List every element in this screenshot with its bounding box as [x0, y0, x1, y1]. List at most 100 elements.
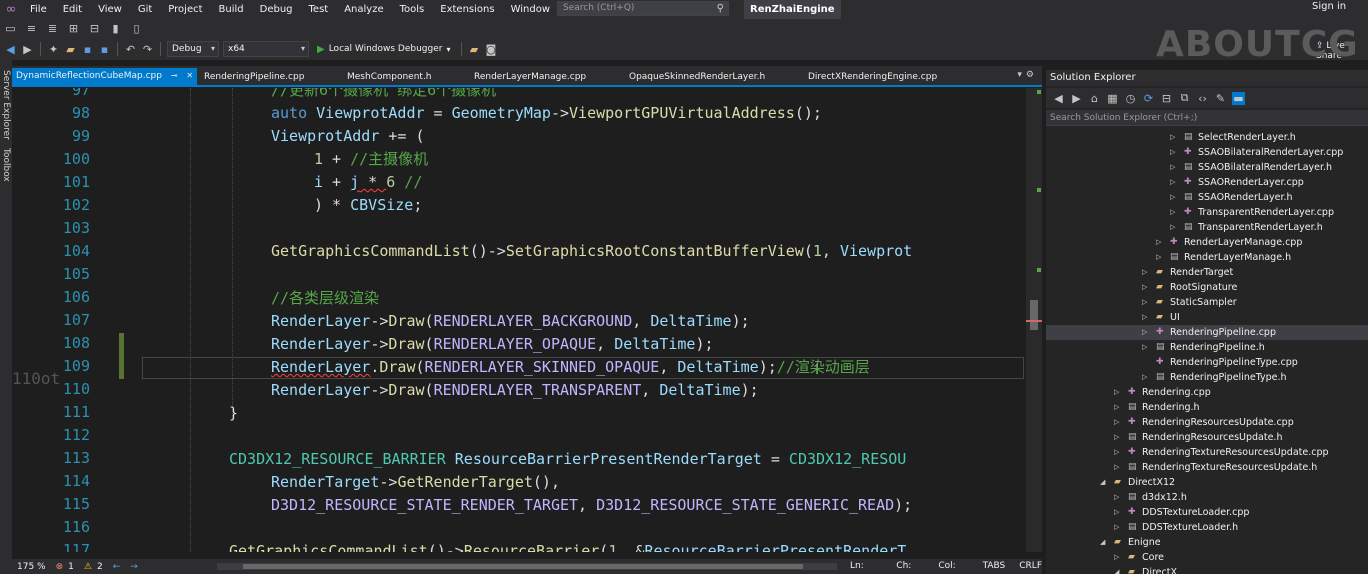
folder-icon[interactable]: ▰ — [468, 43, 481, 56]
collapsed-arrow-icon[interactable]: ▷ — [1142, 295, 1147, 310]
collapsed-arrow-icon[interactable]: ▷ — [1114, 445, 1119, 460]
menu-window[interactable]: Window — [503, 0, 558, 19]
collapsed-arrow-icon[interactable]: ▷ — [1142, 265, 1147, 280]
properties-wrench-icon[interactable]: ✎ — [1214, 92, 1227, 105]
search-input[interactable]: Search (Ctrl+Q) ⚲ — [557, 1, 729, 16]
expanded-arrow-icon[interactable]: ◢ — [1114, 565, 1119, 574]
settings-gear-icon[interactable]: ⚙ — [1026, 70, 1038, 80]
collapsed-arrow-icon[interactable]: ▷ — [1156, 235, 1161, 250]
bookmark-icon[interactable]: ▮ — [109, 22, 122, 35]
tab-dropdown-icon[interactable]: ▾ — [1017, 70, 1026, 80]
menu-view[interactable]: View — [90, 0, 130, 19]
tree-item[interactable]: ▷ ▰ RenderTarget — [1046, 265, 1368, 280]
collapsed-arrow-icon[interactable]: ▷ — [1170, 160, 1175, 175]
new-project-icon[interactable]: ▭ — [4, 22, 17, 35]
close-icon[interactable]: ✕ — [186, 71, 193, 80]
tab-opaqueskinnedrenderlayer-h[interactable]: OpaqueSkinnedRenderLayer.h — [625, 69, 769, 85]
pending-changes-filter-icon[interactable]: ◷ — [1124, 92, 1137, 105]
forward-icon[interactable]: ▶ — [1070, 92, 1083, 105]
view-code-icon[interactable]: ‹› — [1196, 92, 1209, 105]
tree-item[interactable]: ▷ ▤ SSAOBilateralRenderLayer.h — [1046, 160, 1368, 175]
menu-analyze[interactable]: Analyze — [336, 0, 391, 19]
tree-item[interactable]: ▷ ▰ UI — [1046, 310, 1368, 325]
tree-item[interactable]: ◢ ▰ Enigne — [1046, 535, 1368, 550]
switch-views-icon[interactable]: ▦ — [1106, 92, 1119, 105]
sign-in-link[interactable]: Sign in — [1312, 0, 1346, 14]
zoom-level[interactable]: 175 % — [12, 562, 51, 572]
outdent-icon[interactable]: ≣ — [46, 22, 59, 35]
expanded-arrow-icon[interactable]: ◢ — [1100, 475, 1105, 490]
tree-item[interactable]: ▷ ▤ RenderingPipelineType.h — [1046, 370, 1368, 385]
server-explorer-tab[interactable]: Server Explorer — [0, 70, 12, 140]
tree-item[interactable]: ▷ ✚ RenderLayerManage.cpp — [1046, 235, 1368, 250]
tab-directxrenderingengine-cpp[interactable]: DirectXRenderingEngine.cpp — [804, 69, 941, 85]
uncomment-icon[interactable]: ⊟ — [88, 22, 101, 35]
collapsed-arrow-icon[interactable]: ▷ — [1170, 190, 1175, 205]
screenshot-icon[interactable]: ◙ — [485, 43, 498, 56]
comment-icon[interactable]: ⊞ — [67, 22, 80, 35]
collapse-all-icon[interactable]: ⊟ — [1160, 92, 1173, 105]
collapsed-arrow-icon[interactable]: ▷ — [1114, 550, 1119, 565]
tree-item[interactable]: ▷ ✚ DDSTextureLoader.cpp — [1046, 505, 1368, 520]
tree-item[interactable]: ▷ ▰ RootSignature — [1046, 280, 1368, 295]
collapsed-arrow-icon[interactable]: ▷ — [1114, 520, 1119, 535]
collapsed-arrow-icon[interactable]: ▷ — [1170, 130, 1175, 145]
menu-tools[interactable]: Tools — [392, 0, 433, 19]
tab-renderingpipeline-cpp[interactable]: RenderingPipeline.cpp — [200, 69, 308, 85]
collapsed-arrow-icon[interactable]: ▷ — [1170, 220, 1175, 235]
tree-item[interactable]: ▷ ✚ SSAOBilateralRenderLayer.cpp — [1046, 145, 1368, 160]
menu-project[interactable]: Project — [160, 0, 210, 19]
back-icon[interactable]: ◀ — [4, 43, 17, 56]
solution-platform-select[interactable]: x64 ▾ — [223, 41, 309, 57]
navigate-forward-icon[interactable]: → — [125, 562, 143, 572]
tab-dynamicreflectioncubemap-cpp[interactable]: DynamicReflectionCubeMap.cpp ⊸ ✕ — [12, 68, 198, 85]
toolbox-tab[interactable]: Toolbox — [0, 148, 12, 182]
sync-icon[interactable]: ⟳ — [1142, 92, 1155, 105]
collapsed-arrow-icon[interactable]: ▷ — [1156, 250, 1161, 265]
collapsed-arrow-icon[interactable]: ▷ — [1170, 175, 1175, 190]
expanded-arrow-icon[interactable]: ◢ — [1100, 535, 1105, 550]
tree-item[interactable]: ▷ ▤ TransparentRenderLayer.h — [1046, 220, 1368, 235]
forward-icon[interactable]: ▶ — [21, 43, 34, 56]
tree-item[interactable]: ◢ ▰ DirectX12 — [1046, 475, 1368, 490]
menu-debug[interactable]: Debug — [252, 0, 301, 19]
tree-item[interactable]: ▷ ▤ RenderingResourcesUpdate.h — [1046, 430, 1368, 445]
collapsed-arrow-icon[interactable]: ▷ — [1114, 385, 1119, 400]
tree-item[interactable]: ✚ RenderingPipelineType.cpp — [1046, 355, 1368, 370]
collapsed-arrow-icon[interactable]: ▷ — [1142, 280, 1147, 295]
collapsed-arrow-icon[interactable]: ▷ — [1114, 415, 1119, 430]
preview-selected-icon[interactable]: ▬ — [1232, 91, 1245, 105]
tree-item[interactable]: ▷ ✚ Rendering.cpp — [1046, 385, 1368, 400]
tree-item[interactable]: ▷ ▤ SelectRenderLayer.h — [1046, 130, 1368, 145]
tree-item[interactable]: ▷ ✚ RenderingResourcesUpdate.cpp — [1046, 415, 1368, 430]
show-all-files-icon[interactable]: ⧉ — [1178, 91, 1191, 105]
tree-item[interactable]: ▷ ✚ TransparentRenderLayer.cpp — [1046, 205, 1368, 220]
tree-item[interactable]: ▷ ▰ StaticSampler — [1046, 295, 1368, 310]
new-item-icon[interactable]: ✦ — [47, 43, 60, 56]
horizontal-scrollbar[interactable] — [217, 563, 837, 570]
collapsed-arrow-icon[interactable]: ▷ — [1114, 505, 1119, 520]
solution-explorer-search-input[interactable]: Search Solution Explorer (Ctrl+;) — [1046, 110, 1368, 126]
tree-item[interactable]: ▷ ▤ RenderLayerManage.h — [1046, 250, 1368, 265]
tab-meshcomponent-h[interactable]: MeshComponent.h — [343, 69, 436, 85]
tree-item[interactable]: ▷ ▤ RenderingTextureResourcesUpdate.h — [1046, 460, 1368, 475]
menu-file[interactable]: File — [22, 0, 55, 19]
tree-item[interactable]: ▷ ✚ RenderingPipeline.cpp — [1046, 325, 1368, 340]
menu-test[interactable]: Test — [301, 0, 337, 19]
collapsed-arrow-icon[interactable]: ▷ — [1142, 370, 1147, 385]
navigate-back-icon[interactable]: ← — [108, 562, 126, 572]
menu-git[interactable]: Git — [130, 0, 160, 19]
vertical-scrollbar-thumb[interactable] — [1030, 300, 1038, 330]
open-folder-icon[interactable]: ▰ — [64, 43, 77, 56]
collapsed-arrow-icon[interactable]: ▷ — [1114, 400, 1119, 415]
horizontal-scrollbar-thumb[interactable] — [243, 564, 803, 569]
collapsed-arrow-icon[interactable]: ▷ — [1142, 310, 1147, 325]
next-bookmark-icon[interactable]: ▯ — [130, 22, 143, 35]
collapsed-arrow-icon[interactable]: ▷ — [1170, 205, 1175, 220]
undo-icon[interactable]: ↶ — [124, 43, 137, 56]
save-all-icon[interactable]: ▪ — [98, 43, 111, 56]
line-ending-indicator[interactable]: CRLF — [1019, 559, 1042, 574]
vertical-scrollbar[interactable] — [1026, 88, 1042, 552]
collapsed-arrow-icon[interactable]: ▷ — [1142, 325, 1147, 340]
error-count[interactable]: 1 — [68, 562, 79, 572]
